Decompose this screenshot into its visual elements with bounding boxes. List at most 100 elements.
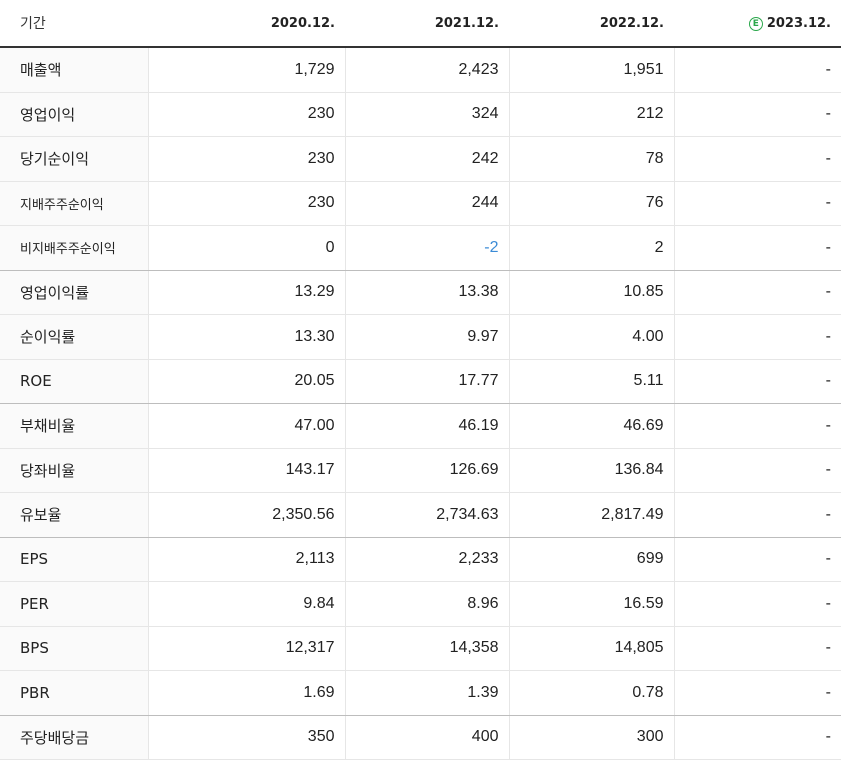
table-row: 지배주주순이익 230 244 76 - xyxy=(0,181,841,226)
table-row: 비지배주주순이익 0 -2 2 - xyxy=(0,225,841,271)
table-row: 유보율 2,350.56 2,734.63 2,817.49 - xyxy=(0,492,841,538)
table-cell: 2,350.56 xyxy=(147,492,345,538)
table-cell: - xyxy=(673,581,841,627)
table-cell: - xyxy=(673,537,841,582)
table-cell: 136.84 xyxy=(508,448,674,493)
table-cell: 0 xyxy=(147,225,345,271)
table-cell: 230 xyxy=(147,181,345,226)
row-label: 부채비율 xyxy=(0,403,148,449)
table-cell: 17.77 xyxy=(344,359,509,404)
table-cell: 13.38 xyxy=(344,270,509,315)
period-header-label: 기간 xyxy=(0,0,148,48)
row-label: BPS xyxy=(0,626,148,671)
row-label: 주당배당금 xyxy=(0,715,148,760)
period-header-2020: 2020.12. xyxy=(148,0,345,48)
table-cell: - xyxy=(673,715,841,760)
row-label: 유보율 xyxy=(0,492,148,538)
table-cell: 5.11 xyxy=(508,359,674,404)
table-cell: 350 xyxy=(147,715,345,760)
table-cell: 13.30 xyxy=(147,314,345,360)
period-header-2022: 2022.12. xyxy=(509,0,674,48)
table-row: PER 9.84 8.96 16.59 - xyxy=(0,581,841,627)
table-row: 당좌비율 143.17 126.69 136.84 - xyxy=(0,448,841,493)
table-cell: - xyxy=(673,136,841,182)
table-cell: - xyxy=(673,225,841,271)
table-cell: 12,317 xyxy=(147,626,345,671)
table-row: 영업이익 230 324 212 - xyxy=(0,92,841,137)
table-cell: 46.69 xyxy=(508,403,674,449)
table-cell: 230 xyxy=(147,92,345,137)
row-label: 영업이익률 xyxy=(0,270,148,315)
table-cell: - xyxy=(673,448,841,493)
row-label: 당기순이익 xyxy=(0,136,148,182)
row-label: 순이익률 xyxy=(0,314,148,360)
table-cell: 13.29 xyxy=(147,270,345,315)
table-cell: - xyxy=(673,314,841,360)
row-label: ROE xyxy=(0,359,148,404)
table-cell: 1,729 xyxy=(147,47,345,93)
period-header-2023-label: 2023.12. xyxy=(766,15,831,31)
row-label: 당좌비율 xyxy=(0,448,148,493)
row-label: PER xyxy=(0,581,148,627)
table-row: EPS 2,113 2,233 699 - xyxy=(0,537,841,582)
header-row: 기간 2020.12. 2021.12. 2022.12. E 2023.12. xyxy=(0,0,841,48)
table-cell: 2,817.49 xyxy=(508,492,674,538)
table-cell: - xyxy=(673,492,841,538)
table-cell: 2,423 xyxy=(344,47,509,93)
negative-value-cell: -2 xyxy=(344,225,509,271)
table-cell: 244 xyxy=(344,181,509,226)
table-cell: 400 xyxy=(344,715,509,760)
table-cell: 9.97 xyxy=(344,314,509,360)
table-cell: - xyxy=(673,270,841,315)
table-cell: 4.00 xyxy=(508,314,674,360)
table-cell: - xyxy=(673,359,841,404)
row-label: 매출액 xyxy=(0,47,148,93)
table-cell: - xyxy=(673,670,841,716)
table-cell: 242 xyxy=(344,136,509,182)
table-row: 순이익률 13.30 9.97 4.00 - xyxy=(0,314,841,360)
table-row: BPS 12,317 14,358 14,805 - xyxy=(0,626,841,671)
table-cell: 1,951 xyxy=(508,47,674,93)
table-cell: 143.17 xyxy=(147,448,345,493)
table-cell: 9.84 xyxy=(147,581,345,627)
table-cell: 47.00 xyxy=(147,403,345,449)
table-row: 부채비율 47.00 46.19 46.69 - xyxy=(0,403,841,449)
table-cell: - xyxy=(673,47,841,93)
table-cell: 2,734.63 xyxy=(344,492,509,538)
table-cell: 14,358 xyxy=(344,626,509,671)
table-cell: 14,805 xyxy=(508,626,674,671)
table-cell: 76 xyxy=(508,181,674,226)
estimate-icon: E xyxy=(748,16,763,31)
table-row: 매출액 1,729 2,423 1,951 - xyxy=(0,47,841,93)
table-cell: 8.96 xyxy=(344,581,509,627)
table-cell: 699 xyxy=(508,537,674,582)
table-row: 영업이익률 13.29 13.38 10.85 - xyxy=(0,270,841,315)
table-row: ROE 20.05 17.77 5.11 - xyxy=(0,359,841,404)
table-cell: 2,233 xyxy=(344,537,509,582)
row-label: EPS xyxy=(0,537,148,582)
table-cell: 20.05 xyxy=(147,359,345,404)
table-cell: 16.59 xyxy=(508,581,674,627)
row-label: 영업이익 xyxy=(0,92,148,137)
table-cell: 2,113 xyxy=(147,537,345,582)
row-label: PBR xyxy=(0,670,148,716)
table-cell: 324 xyxy=(344,92,509,137)
table-cell: 230 xyxy=(147,136,345,182)
period-header-2023: E 2023.12. xyxy=(674,0,841,48)
row-label: 비지배주주순이익 xyxy=(0,225,148,271)
table-cell: - xyxy=(673,92,841,137)
table-cell: - xyxy=(673,626,841,671)
table-cell: 46.19 xyxy=(344,403,509,449)
table-cell: 1.39 xyxy=(344,670,509,716)
table-cell: 10.85 xyxy=(508,270,674,315)
row-label: 지배주주순이익 xyxy=(0,181,148,226)
period-header-2021: 2021.12. xyxy=(345,0,509,48)
table-row: PBR 1.69 1.39 0.78 - xyxy=(0,670,841,716)
table-cell: 0.78 xyxy=(508,670,674,716)
table-cell: 300 xyxy=(508,715,674,760)
table-cell: 2 xyxy=(508,225,674,271)
table-cell: 126.69 xyxy=(344,448,509,493)
financial-summary-table: 기간 2020.12. 2021.12. 2022.12. E 2023.12. … xyxy=(0,0,841,760)
table-cell: - xyxy=(673,181,841,226)
table-row: 당기순이익 230 242 78 - xyxy=(0,136,841,182)
